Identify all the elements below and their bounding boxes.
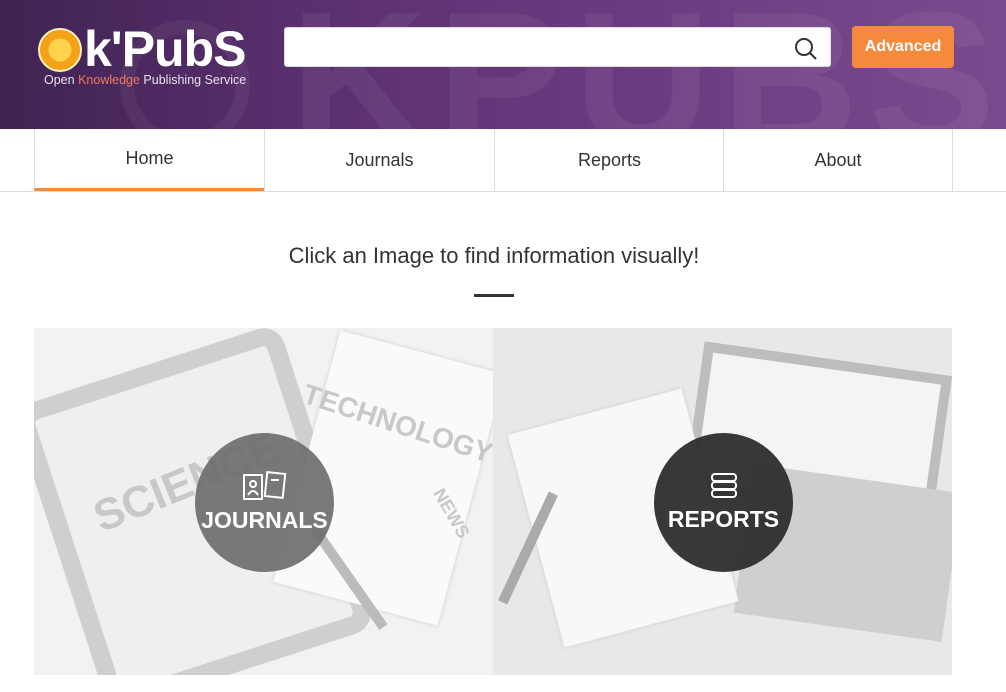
logo-text: k'PubS xyxy=(84,21,246,77)
reports-label: REPORTS xyxy=(667,506,780,532)
orange-logo-icon xyxy=(38,28,82,72)
divider xyxy=(474,294,514,297)
lead-text: Click an Image to find information visua… xyxy=(288,243,700,268)
tagline-knowledge: Knowledge xyxy=(78,73,140,87)
reports-circle[interactable]: REPORTS xyxy=(654,433,793,572)
books-stack-icon xyxy=(710,473,737,498)
main-nav: Home Journals Reports About xyxy=(0,129,1006,192)
tab-about[interactable]: About xyxy=(723,129,953,191)
search-icon[interactable] xyxy=(794,37,818,61)
reports-card[interactable]: REPORTS xyxy=(493,328,952,675)
tab-reports[interactable]: Reports xyxy=(494,129,724,191)
header: KPUBS k'PubS Open Knowledge Publishing S… xyxy=(0,0,1006,129)
tagline-rest: Publishing Service xyxy=(143,73,247,87)
journals-label: JOURNALS xyxy=(201,507,328,533)
journals-circle[interactable]: JOURNALS xyxy=(195,433,334,572)
tab-journals[interactable]: Journals xyxy=(264,129,494,191)
advanced-search-button[interactable]: Advanced xyxy=(852,26,954,68)
logo[interactable]: k'PubS Open Knowledge Publishing Service xyxy=(38,21,268,90)
search-input[interactable] xyxy=(285,28,775,66)
journals-card[interactable]: SCIENCE TECHNOLOGY NEWS JOURNALS xyxy=(34,328,493,675)
tab-home[interactable]: Home xyxy=(34,129,264,191)
search-box xyxy=(284,27,831,67)
journals-icon xyxy=(242,471,286,500)
tagline-open: Open xyxy=(44,73,75,87)
logo-tagline: Open Knowledge Publishing Service xyxy=(44,73,246,87)
